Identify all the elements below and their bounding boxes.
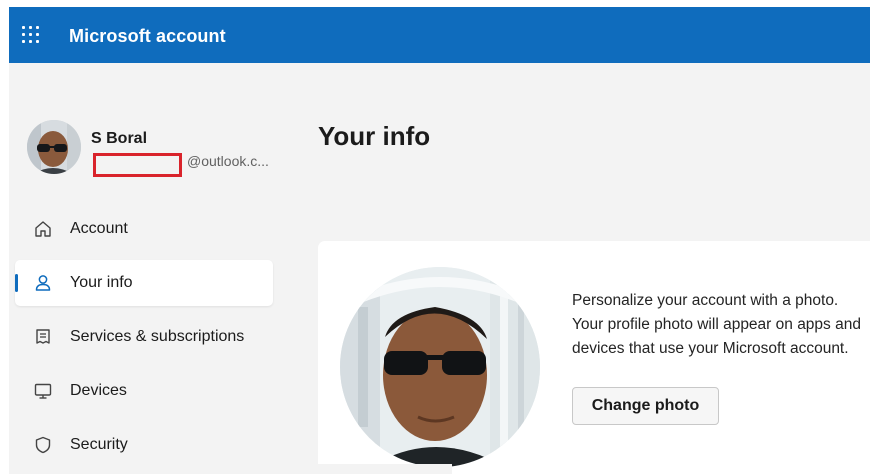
sidebar-item-label: Services & subscriptions [70,328,245,345]
sidebar-item-label: Devices [70,382,127,399]
sidebar-item-devices[interactable]: Devices [15,368,273,414]
profile-photo-card: Personalize your account with a photo. Y… [318,241,870,474]
profile-photo [340,267,540,467]
receipt-icon [36,329,50,344]
top-bar: Microsoft account [9,7,870,63]
person-icon [35,275,51,291]
sidebar-item-your-info[interactable]: Your info [15,260,273,306]
bottom-edge [9,464,452,474]
sidebar-item-label: Your info [70,274,133,291]
profile-email: @outlook.c... [187,153,269,169]
monitor-icon [34,383,52,399]
sidebar-item-label: Account [70,220,128,237]
email-redaction-box [93,153,182,177]
app-title[interactable]: Microsoft account [69,26,226,47]
active-indicator [15,274,18,292]
app-window: Microsoft account S Boral @outlook.c... … [9,7,870,474]
shield-icon [35,436,51,454]
sidebar-item-account[interactable]: Account [15,206,273,252]
page-title: Your info [318,121,431,151]
app-launcher-waffle-icon[interactable] [22,26,40,44]
home-icon [35,221,51,237]
change-photo-button[interactable]: Change photo [572,387,719,425]
avatar [27,120,81,174]
photo-description: Personalize your account with a photo. Y… [572,292,861,357]
profile-photo-image [340,267,540,467]
sidebar-item-services-subscriptions[interactable]: Services & subscriptions [15,314,273,360]
sidebar-item-label: Security [70,436,128,453]
profile-name: S Boral [91,130,148,147]
sidebar-item-security[interactable]: Security [15,422,273,468]
avatar-photo [27,120,81,174]
